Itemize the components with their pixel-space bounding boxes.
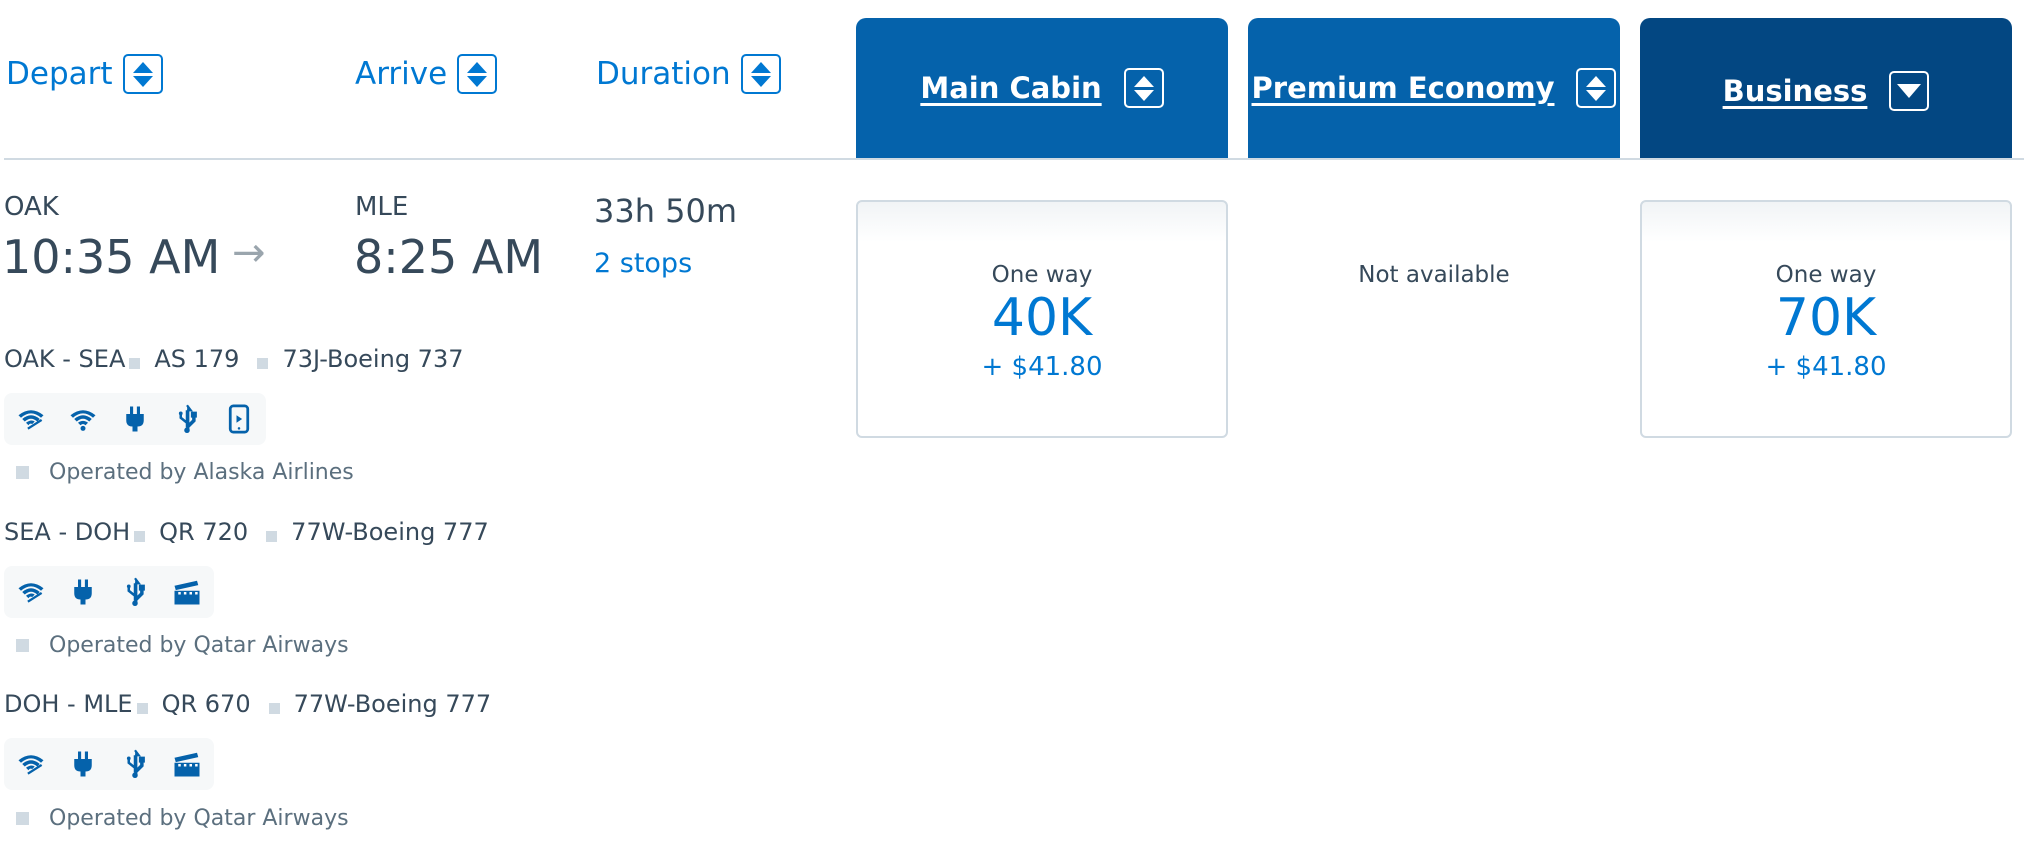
sort-duration-label: Duration bbox=[596, 56, 731, 92]
segment-3-info: DOH - MLE QR 670 77W-Boeing 777 bbox=[4, 690, 491, 718]
fare-trip-type: One way bbox=[991, 262, 1093, 288]
sort-descending-icon[interactable] bbox=[1889, 71, 1930, 111]
cabin-header-label[interactable]: Business bbox=[1723, 74, 1868, 108]
separator-icon bbox=[268, 702, 280, 714]
destination-airport: MLE bbox=[355, 192, 409, 222]
fare-trip-type: One way bbox=[1775, 262, 1877, 288]
origin-airport: OAK bbox=[4, 192, 59, 222]
segment-2-amenities bbox=[4, 566, 214, 618]
sort-both-icon[interactable] bbox=[122, 54, 163, 94]
sort-duration-header[interactable]: Duration bbox=[596, 52, 781, 96]
arrive-time: 8:25 AM bbox=[354, 230, 544, 284]
sort-both-icon[interactable] bbox=[1123, 68, 1164, 108]
segment-1-amenities bbox=[4, 393, 266, 445]
operated-by-text: Operated by Qatar Airways bbox=[49, 633, 349, 658]
sort-both-icon[interactable] bbox=[457, 54, 498, 94]
header-divider bbox=[4, 158, 2024, 160]
separator-icon bbox=[16, 466, 29, 479]
segment-aircraft[interactable]: 73J-Boeing 737 bbox=[282, 345, 463, 373]
segment-route: SEA - DOH bbox=[4, 518, 131, 546]
stops-link[interactable]: 2 stops bbox=[594, 248, 692, 279]
cabin-header-main-cabin[interactable]: Main Cabin bbox=[856, 18, 1228, 158]
sort-arrive-label: Arrive bbox=[355, 56, 448, 92]
segment-2-info: SEA - DOH QR 720 77W-Boeing 777 bbox=[4, 518, 489, 546]
segment-2-operator: Operated by Qatar Airways bbox=[0, 633, 349, 658]
separator-icon bbox=[266, 530, 278, 542]
operated-by-text: Operated by Alaska Airlines bbox=[49, 460, 354, 485]
segment-1-operator: Operated by Alaska Airlines bbox=[0, 460, 354, 485]
segment-3-amenities bbox=[4, 738, 214, 790]
arrow-right-icon: → bbox=[232, 230, 266, 276]
cabin-header-label[interactable]: Premium Economy bbox=[1252, 71, 1555, 105]
operated-by-text: Operated by Qatar Airways bbox=[49, 806, 349, 831]
usb-icon[interactable] bbox=[120, 749, 150, 779]
separator-icon bbox=[134, 530, 146, 542]
depart-time: 10:35 AM bbox=[2, 230, 221, 284]
usb-icon[interactable] bbox=[120, 577, 150, 607]
sort-depart-label: Depart bbox=[6, 56, 113, 92]
segment-route: OAK - SEA bbox=[4, 345, 126, 373]
fare-miles: 40K bbox=[991, 288, 1093, 348]
separator-icon bbox=[136, 702, 148, 714]
cabin-header-business[interactable]: Business bbox=[1640, 18, 2012, 158]
fare-taxes: + $41.80 bbox=[981, 352, 1103, 382]
cabin-header-premium-economy[interactable]: Premium Economy bbox=[1248, 18, 1620, 158]
power-plug-icon[interactable] bbox=[68, 749, 98, 779]
power-plug-icon[interactable] bbox=[120, 404, 150, 434]
usb-icon[interactable] bbox=[172, 404, 202, 434]
fare-taxes: + $41.80 bbox=[1765, 352, 1887, 382]
trip-duration: 33h 50m bbox=[594, 192, 738, 230]
separator-icon bbox=[16, 639, 29, 652]
segment-3-operator: Operated by Qatar Airways bbox=[0, 806, 349, 831]
wifi-satellite-icon[interactable] bbox=[16, 404, 46, 434]
wifi-satellite-icon[interactable] bbox=[16, 749, 46, 779]
segment-flight-number[interactable]: QR 720 bbox=[159, 518, 248, 546]
fare-card-business[interactable]: One way 70K + $41.80 bbox=[1640, 200, 2012, 438]
segment-aircraft[interactable]: 77W-Boeing 777 bbox=[294, 690, 492, 718]
mobile-entertainment-icon[interactable] bbox=[224, 404, 254, 434]
sort-depart-header[interactable]: Depart bbox=[6, 52, 163, 96]
segment-aircraft[interactable]: 77W-Boeing 777 bbox=[291, 518, 489, 546]
cabin-header-label[interactable]: Main Cabin bbox=[920, 71, 1101, 105]
power-plug-icon[interactable] bbox=[68, 577, 98, 607]
separator-icon bbox=[16, 812, 29, 825]
segment-route: DOH - MLE bbox=[4, 690, 133, 718]
wifi-icon[interactable] bbox=[68, 404, 98, 434]
sort-arrive-header[interactable]: Arrive bbox=[355, 52, 498, 96]
seatback-entertainment-icon[interactable] bbox=[172, 577, 202, 607]
segment-flight-number[interactable]: QR 670 bbox=[162, 690, 251, 718]
segment-1-info: OAK - SEA AS 179 73J-Boeing 737 bbox=[4, 345, 463, 373]
segment-flight-number[interactable]: AS 179 bbox=[154, 345, 239, 373]
fare-card-main-cabin[interactable]: One way 40K + $41.80 bbox=[856, 200, 1228, 438]
sort-both-icon[interactable] bbox=[1576, 68, 1617, 108]
separator-icon bbox=[257, 357, 269, 369]
wifi-satellite-icon[interactable] bbox=[16, 577, 46, 607]
fare-miles: 70K bbox=[1775, 288, 1877, 348]
fare-not-available: Not available bbox=[1358, 262, 1510, 288]
sort-both-icon[interactable] bbox=[740, 54, 781, 94]
seatback-entertainment-icon[interactable] bbox=[172, 749, 202, 779]
separator-icon bbox=[129, 357, 141, 369]
